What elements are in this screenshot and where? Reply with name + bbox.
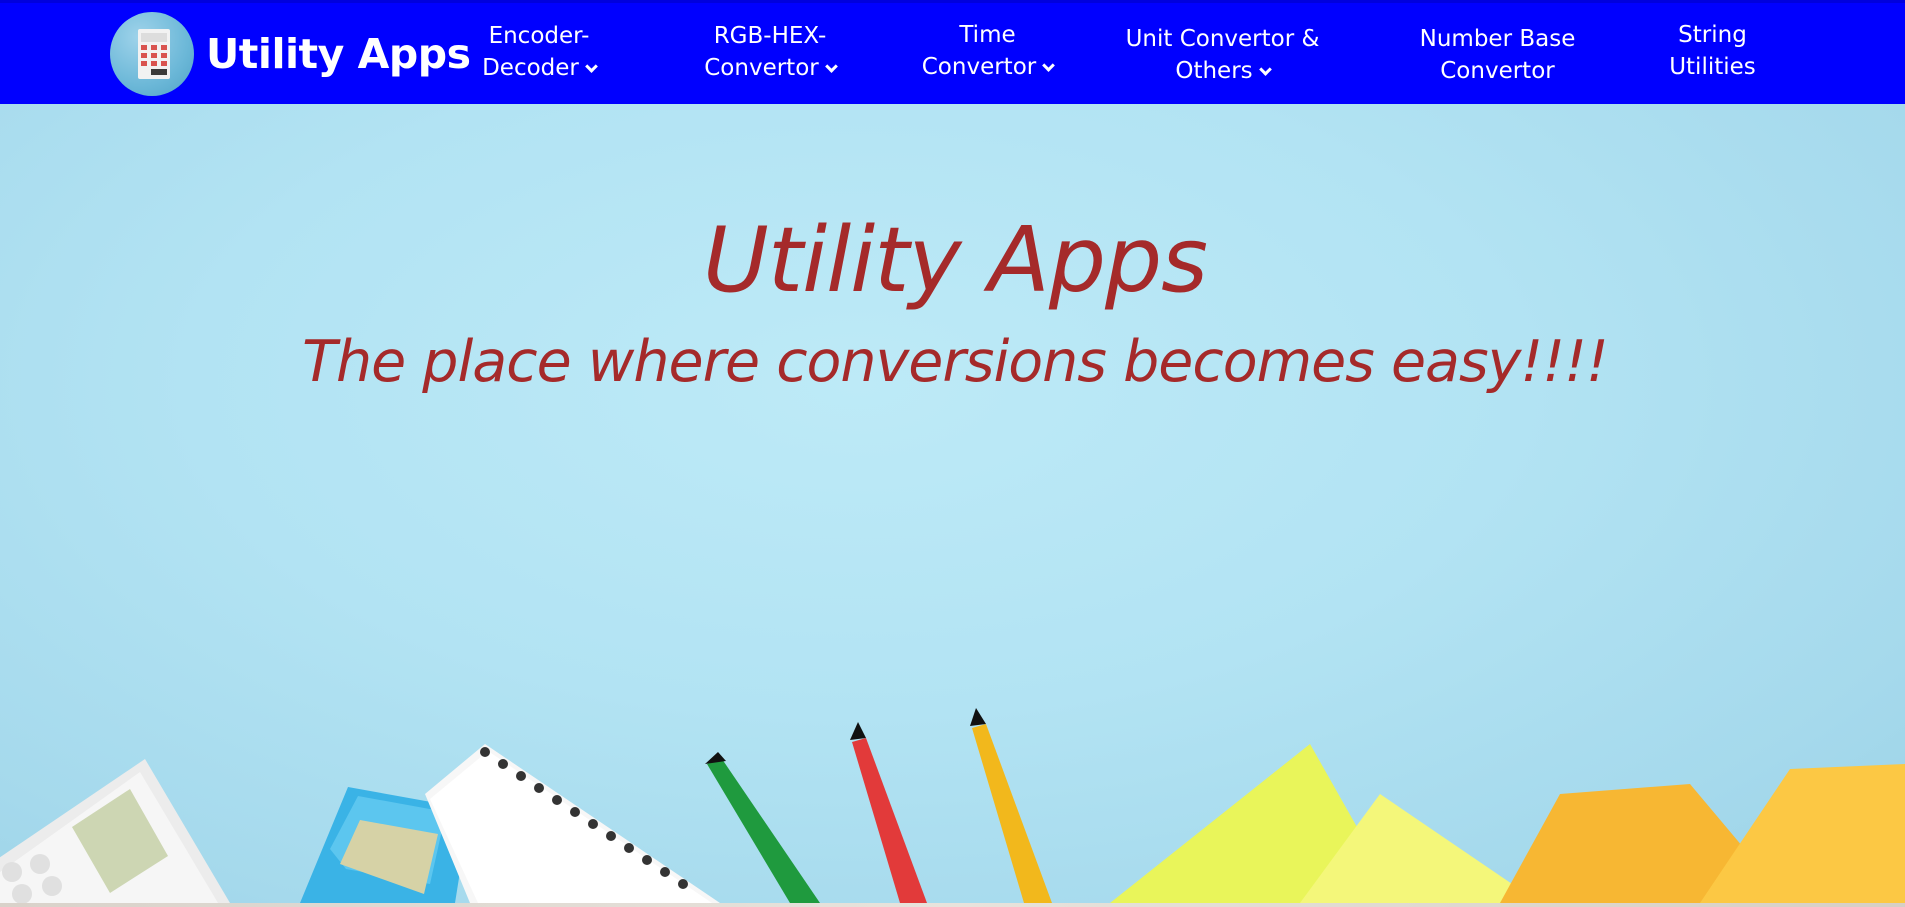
nav-label-line: Convertor	[921, 54, 1037, 80]
chevron-down-icon	[1042, 59, 1056, 72]
nav-number-base-convertor[interactable]: Number Base Convertor	[1405, 23, 1590, 87]
chevron-down-icon	[824, 60, 838, 73]
brand-name: Utility Apps	[206, 30, 471, 78]
nav-label-line: Convertor	[1440, 58, 1555, 84]
calculator-icon	[110, 12, 194, 96]
sticky-notes-illustration	[1110, 744, 1905, 903]
hero-subtitle: The place where conversions becomes easy…	[302, 329, 1609, 395]
red-pen-illustration	[850, 722, 927, 903]
nav-encoder-decoder[interactable]: Encoder- Decoder	[474, 20, 604, 84]
brand-link[interactable]: Utility Apps	[110, 12, 471, 96]
hero-title: Utility Apps	[702, 208, 1208, 313]
nav-label-line: Others	[1175, 58, 1253, 84]
page-bottom-edge	[0, 903, 1905, 907]
yellow-pen-illustration	[970, 708, 1052, 903]
nav-label-line: String	[1678, 22, 1747, 48]
nav-unit-convertor[interactable]: Unit Convertor & Others	[1120, 23, 1325, 87]
nav-string-utilities[interactable]: String Utilities	[1660, 19, 1765, 83]
nav-rgb-hex-convertor[interactable]: RGB-HEX- Convertor	[695, 20, 845, 84]
nav-label-line: Number Base	[1419, 26, 1576, 52]
hero-banner: Utility Apps The place where conversions…	[0, 104, 1905, 903]
nav-label-line: RGB-HEX-	[713, 23, 827, 49]
nav-label-line: Convertor	[704, 55, 819, 81]
chevron-down-icon	[585, 60, 598, 73]
nav-label-line: Time	[959, 22, 1016, 48]
calculator-illustration	[0, 759, 230, 903]
notebook-illustration	[425, 744, 720, 903]
nav-label-line: Unit Convertor &	[1125, 26, 1320, 52]
nav-label-line: Encoder-	[488, 23, 590, 49]
chevron-down-icon	[1258, 63, 1272, 76]
nav-time-convertor[interactable]: Time Convertor	[915, 19, 1060, 83]
green-pen-illustration	[705, 752, 820, 903]
top-navbar: Utility Apps Encoder- Decoder RGB-HEX- C…	[0, 0, 1905, 104]
nav-label-line: Utilities	[1669, 54, 1756, 80]
nav-label-line: Decoder	[482, 55, 579, 81]
